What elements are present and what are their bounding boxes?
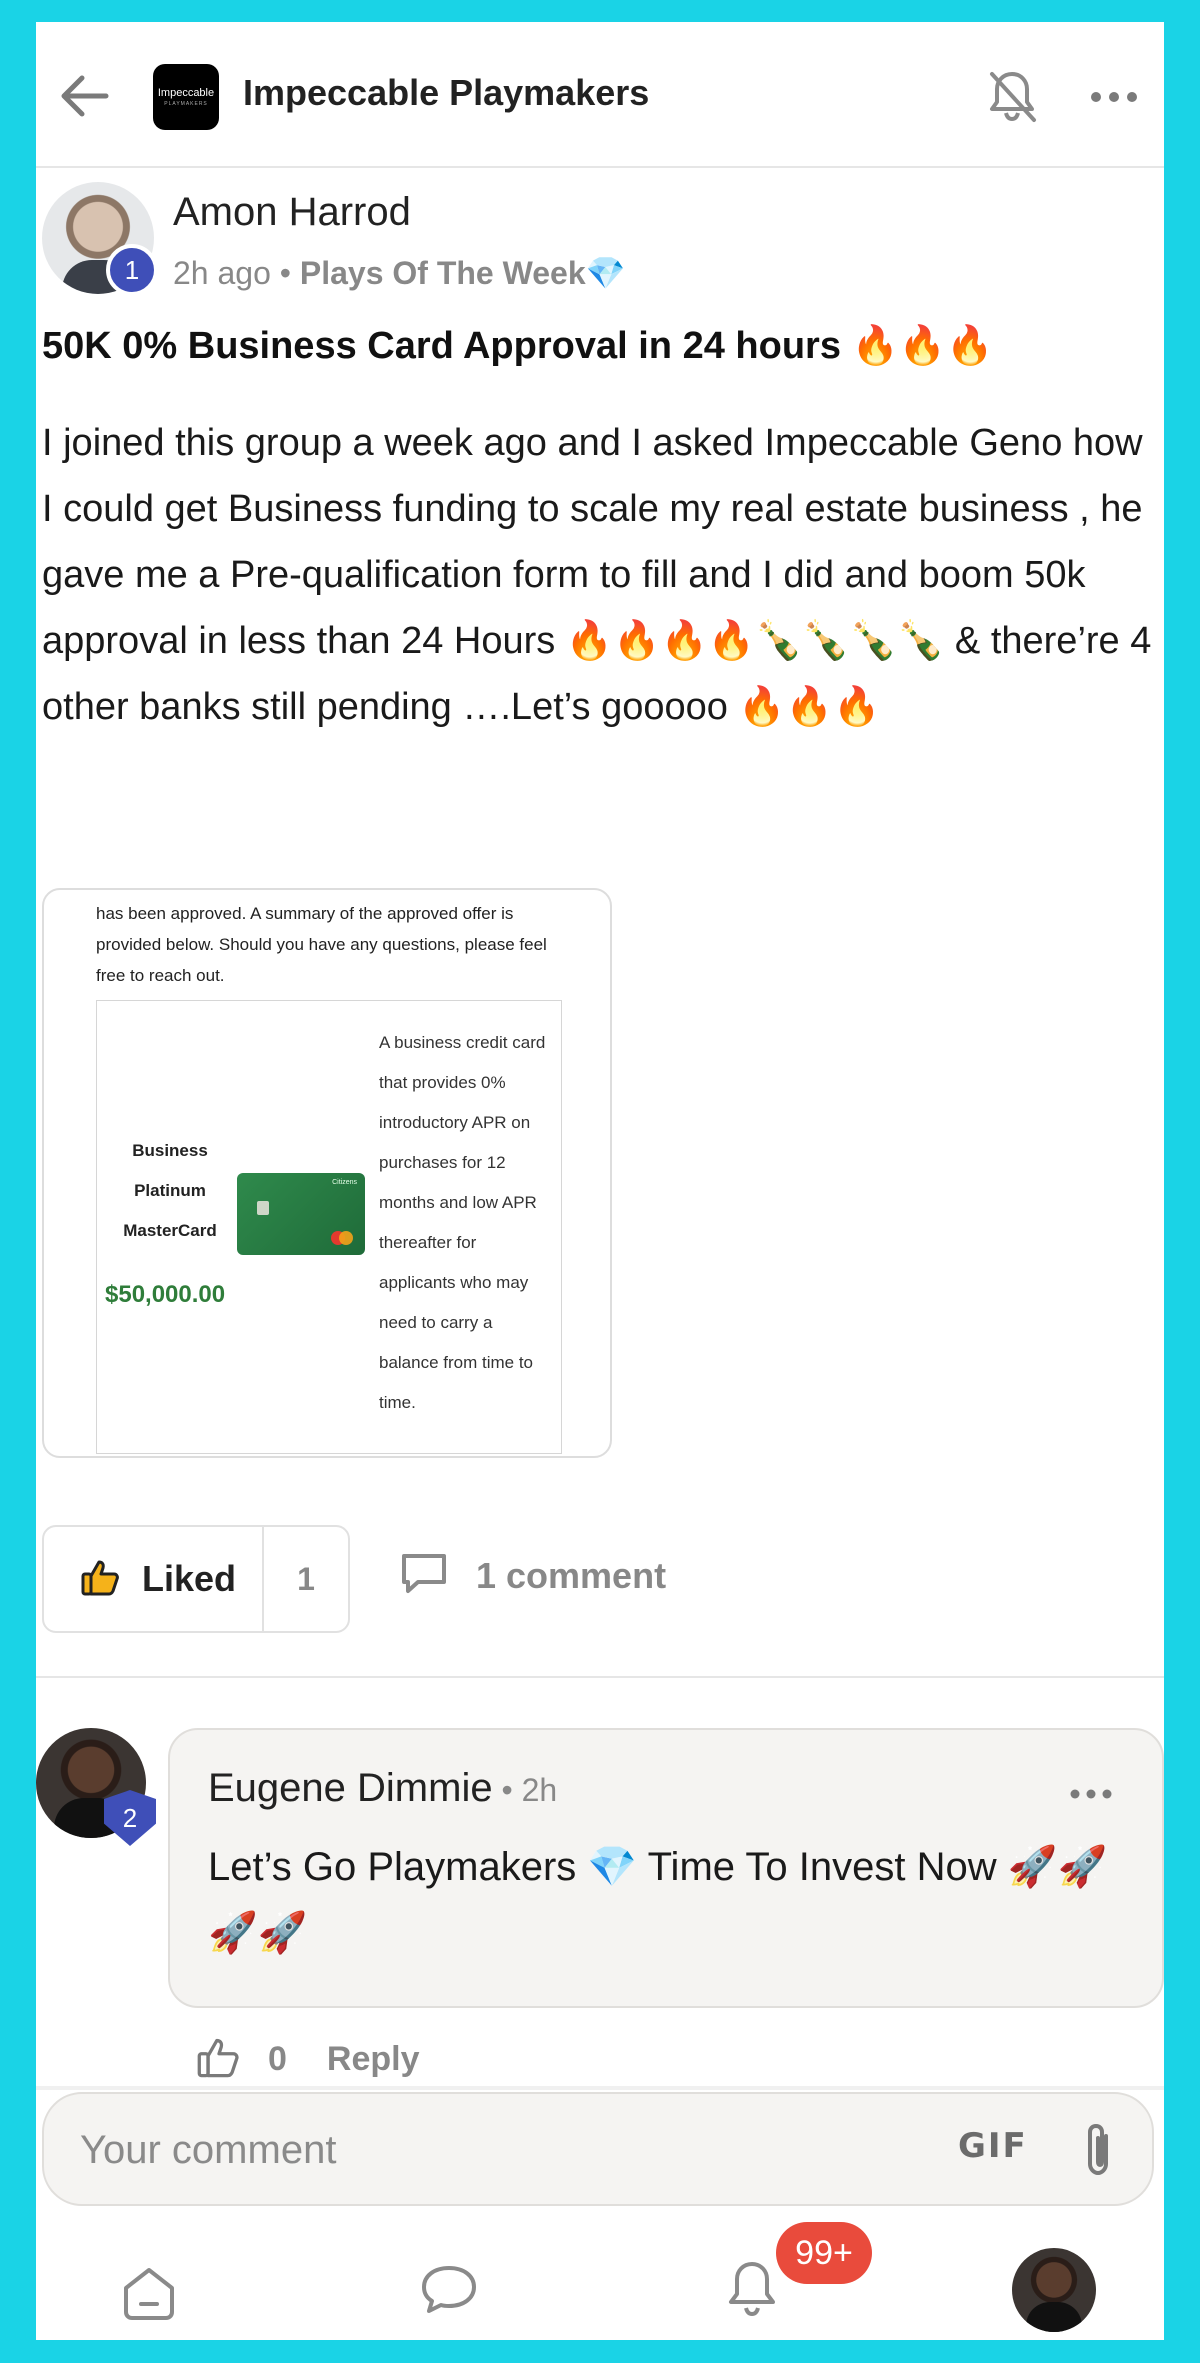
attachment-intro-text: has been approved. A summary of the appr… (96, 904, 547, 985)
top-bar: Impeccable PLAYMAKERS Impeccable Playmak… (36, 22, 1164, 168)
reply-button[interactable]: Reply (327, 2040, 420, 2079)
like-count[interactable]: 1 (264, 1527, 348, 1631)
card-name: Business Platinum MasterCard (123, 1141, 217, 1240)
post-meta: 2h ago • Plays Of The Week💎 (173, 254, 625, 292)
post-category[interactable]: Plays Of The Week💎 (300, 255, 626, 291)
post-title: 50K 0% Business Card Approval in 24 hour… (42, 325, 994, 367)
comment-more-icon[interactable] (1068, 1786, 1114, 1802)
credit-card-image: Citizens (237, 1173, 365, 1255)
card-description: A business credit card that provides 0% … (379, 1033, 546, 1412)
group-logo-text: Impeccable (157, 87, 215, 99)
bell-icon[interactable] (722, 2256, 782, 2322)
thumbs-up-icon (80, 1556, 122, 1603)
gif-button[interactable]: GIF (958, 2126, 1028, 2166)
paperclip-icon[interactable] (1078, 2122, 1118, 2180)
offer-summary-box: Business Platinum MasterCard $50,000.00 … (96, 1000, 562, 1454)
comment-count-button[interactable]: 1 comment (398, 1550, 666, 1601)
like-button[interactable]: Liked (44, 1527, 264, 1631)
back-arrow-icon[interactable] (56, 70, 112, 122)
chat-icon[interactable] (418, 2262, 480, 2318)
post-image-attachment[interactable]: has been approved. A summary of the appr… (42, 888, 612, 1458)
bell-off-icon[interactable] (982, 66, 1042, 126)
section-divider (36, 1676, 1164, 1678)
comment-input[interactable] (80, 2120, 860, 2180)
comment-text: Let’s Go Playmakers 💎 Time To Invest Now… (208, 1845, 1108, 1955)
group-logo[interactable]: Impeccable PLAYMAKERS (153, 64, 219, 130)
composer-divider (36, 2086, 1164, 2090)
comment-author-text: Eugene Dimmie (208, 1766, 493, 1810)
group-title[interactable]: Impeccable Playmakers (243, 72, 649, 114)
post-time: 2h ago (173, 255, 271, 291)
speech-bubble-icon (398, 1550, 450, 1601)
app-screen: Impeccable PLAYMAKERS Impeccable Playmak… (36, 22, 1164, 2340)
card-brand: Citizens (332, 1179, 357, 1186)
comment-like-count: 0 (268, 2040, 287, 2078)
home-icon[interactable] (118, 2262, 180, 2322)
comment-bubble: Eugene Dimmie • 2h Let’s Go Playmakers 💎… (168, 1728, 1164, 2008)
approved-amount: $50,000.00 (105, 1281, 226, 1308)
post-author-name[interactable]: Amon Harrod (173, 190, 411, 235)
meta-separator: • (270, 255, 300, 291)
profile-avatar[interactable] (1012, 2248, 1096, 2332)
notifications-badge[interactable]: 99+ (776, 2222, 872, 2284)
comment-time: • 2h (492, 1772, 558, 1808)
more-dots-icon[interactable] (1086, 82, 1142, 112)
comment-actions: 0 Reply (196, 2034, 420, 2085)
comment-like-icon[interactable] (196, 2034, 242, 2085)
like-control: Liked 1 (42, 1525, 350, 1633)
comment-count-label: 1 comment (476, 1554, 667, 1596)
comment-author-name[interactable]: Eugene Dimmie • 2h (208, 1766, 557, 1811)
author-level-badge: 1 (106, 244, 158, 296)
group-logo-subtext: PLAYMAKERS (164, 101, 208, 107)
post-body: I joined this group a week ago and I ask… (42, 422, 1152, 728)
like-label: Liked (142, 1558, 237, 1599)
comment-composer: GIF (42, 2092, 1154, 2206)
